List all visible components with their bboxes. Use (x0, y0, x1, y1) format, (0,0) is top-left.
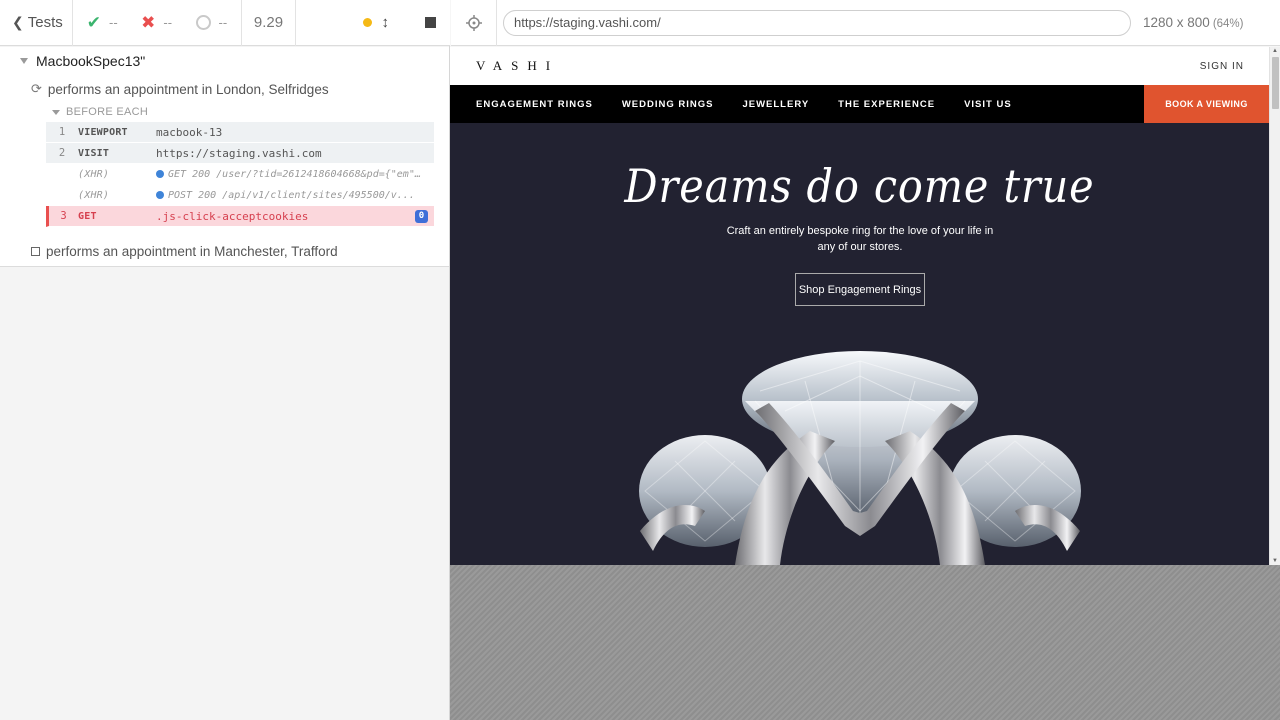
autoscroll-toggle-icon[interactable]: ↕ (382, 14, 390, 31)
command-list: 1 VIEWPORT macbook-13 2 VISIT https://st… (46, 122, 434, 227)
command-message: https://staging.vashi.com (156, 146, 322, 160)
site-nav: ENGAGEMENT RINGS WEDDING RINGS JEWELLERY… (450, 85, 1269, 123)
nav-visit-us[interactable]: VISIT US (964, 99, 1012, 110)
site-page[interactable]: VASHI SIGN IN ENGAGEMENT RINGS WEDDING R… (450, 47, 1269, 565)
failed-command-row[interactable]: 3 GET .js-click-acceptcookies 0 (46, 206, 434, 227)
xhr-command-row[interactable]: (XHR) GET 200 /user/?tid=2612418604668&p… (46, 164, 434, 185)
duration: 9.29 (242, 0, 296, 46)
shop-engagement-rings-button[interactable]: Shop Engagement Rings (795, 273, 925, 306)
site-logo[interactable]: VASHI (476, 58, 559, 74)
scroll-up-icon[interactable]: ▲ (1272, 48, 1278, 54)
test-row[interactable]: ⟳ performs an appointment in London, Sel… (31, 81, 329, 97)
check-icon: ✔ (86, 12, 101, 32)
command-row[interactable]: 1 VIEWPORT macbook-13 (46, 122, 434, 143)
running-indicator-icon (362, 18, 372, 27)
sign-in-link[interactable]: SIGN IN (1200, 61, 1244, 72)
failed-count: -- (163, 15, 173, 30)
xhr-message-text: GET 200 /user/?tid=2612418604668&pd={"em… (168, 168, 426, 180)
command-name: (XHR) (78, 189, 110, 201)
command-name: GET (78, 210, 97, 222)
running-spinner-icon: ⟳ (31, 81, 42, 96)
viewport-scale: (64%) (1212, 18, 1244, 30)
caret-down-icon (52, 109, 60, 115)
nav-jewellery[interactable]: JEWELLERY (742, 99, 809, 110)
suite-row[interactable]: MacbookSpec13" (20, 53, 145, 69)
command-number: 2 (58, 147, 66, 159)
chevron-left-icon: ❮ (12, 14, 24, 30)
pending-square-icon (31, 247, 40, 256)
command-name: VISIT (78, 147, 110, 159)
element-count-badge: 0 (415, 210, 428, 223)
runnables: MacbookSpec13" ⟳ performs an appointment… (0, 47, 449, 267)
circle-icon (195, 15, 211, 30)
hero-subtitle: Craft an entirely bespoke ring for the l… (726, 225, 994, 253)
command-message: POST 200 /api/v1/client/sites/495500/v..… (156, 190, 426, 201)
selector-playground-button[interactable] (451, 0, 497, 46)
viewport-size: 1280 x 800 (1143, 15, 1210, 30)
command-message: .js-click-acceptcookies (156, 209, 309, 223)
passed-stat: ✔ -- (87, 13, 118, 33)
test-title: performs an appointment in Manchester, T… (46, 244, 338, 259)
caret-down-icon (20, 58, 28, 64)
reporter-header: ❮ Tests ✔ -- ✖ -- -- 9.29 ↕ (0, 0, 450, 46)
site-scrollbar[interactable]: ▲ ▼ (1269, 47, 1280, 565)
command-message: GET 200 /user/?tid=2612418604668&pd={"em… (156, 169, 426, 180)
suite-title: MacbookSpec13" (36, 53, 146, 69)
hook-title[interactable]: BEFORE EACH (52, 106, 148, 118)
hook-title-label: BEFORE EACH (66, 106, 149, 118)
aut-iframe-container: VASHI SIGN IN ENGAGEMENT RINGS WEDDING R… (450, 47, 1280, 720)
test-title: performs an appointment in London, Selfr… (47, 81, 329, 97)
run-controls: ↕ (296, 0, 450, 46)
reporter-panel: ❮ Tests ✔ -- ✖ -- -- 9.29 ↕ MacbookSpec1… (0, 0, 450, 720)
site-header: VASHI SIGN IN (450, 47, 1269, 85)
diamond-ring-image (639, 351, 1081, 565)
hero-title: Dreams do come true (624, 159, 1095, 213)
tests-back-button[interactable]: ❮ Tests (0, 0, 73, 46)
scrollbar-thumb[interactable] (1272, 57, 1279, 109)
command-row[interactable]: 2 VISIT https://staging.vashi.com (46, 143, 434, 164)
command-message: macbook-13 (156, 125, 223, 139)
xhr-command-row[interactable]: (XHR) POST 200 /api/v1/client/sites/4955… (46, 185, 434, 206)
command-name: (XHR) (78, 168, 110, 180)
aut-header: 1280 x 800(64%) (451, 0, 1280, 46)
book-viewing-button[interactable]: BOOK A VIEWING (1144, 85, 1269, 123)
xhr-status-dot-icon (156, 191, 164, 199)
pending-count: -- (218, 15, 228, 30)
nav-engagement-rings[interactable]: ENGAGEMENT RINGS (476, 99, 593, 110)
command-number: 3 (60, 210, 67, 222)
nav-wedding-rings[interactable]: WEDDING RINGS (622, 99, 714, 110)
tests-back-label: Tests (27, 14, 63, 31)
pending-stat: -- (195, 15, 228, 30)
scroll-down-icon[interactable]: ▼ (1272, 558, 1278, 564)
xhr-status-dot-icon (156, 170, 164, 178)
xhr-message-text: POST 200 /api/v1/client/sites/495500/v..… (168, 189, 415, 201)
command-name: VIEWPORT (78, 126, 128, 138)
stop-icon[interactable] (425, 17, 436, 28)
failed-stat: ✖ -- (141, 13, 172, 33)
hero-banner: Dreams do come true Craft an entirely be… (450, 123, 1269, 565)
x-icon: ✖ (141, 12, 156, 32)
test-row[interactable]: performs an appointment in Manchester, T… (31, 244, 338, 259)
passed-count: -- (108, 15, 118, 30)
crosshair-icon (465, 14, 482, 31)
stats-summary: ✔ -- ✖ -- -- (73, 0, 242, 46)
nav-the-experience[interactable]: THE EXPERIENCE (838, 99, 935, 110)
command-number: 1 (58, 126, 66, 138)
viewport-info[interactable]: 1280 x 800 (64%) (1143, 15, 1244, 30)
url-input[interactable] (503, 9, 1131, 36)
